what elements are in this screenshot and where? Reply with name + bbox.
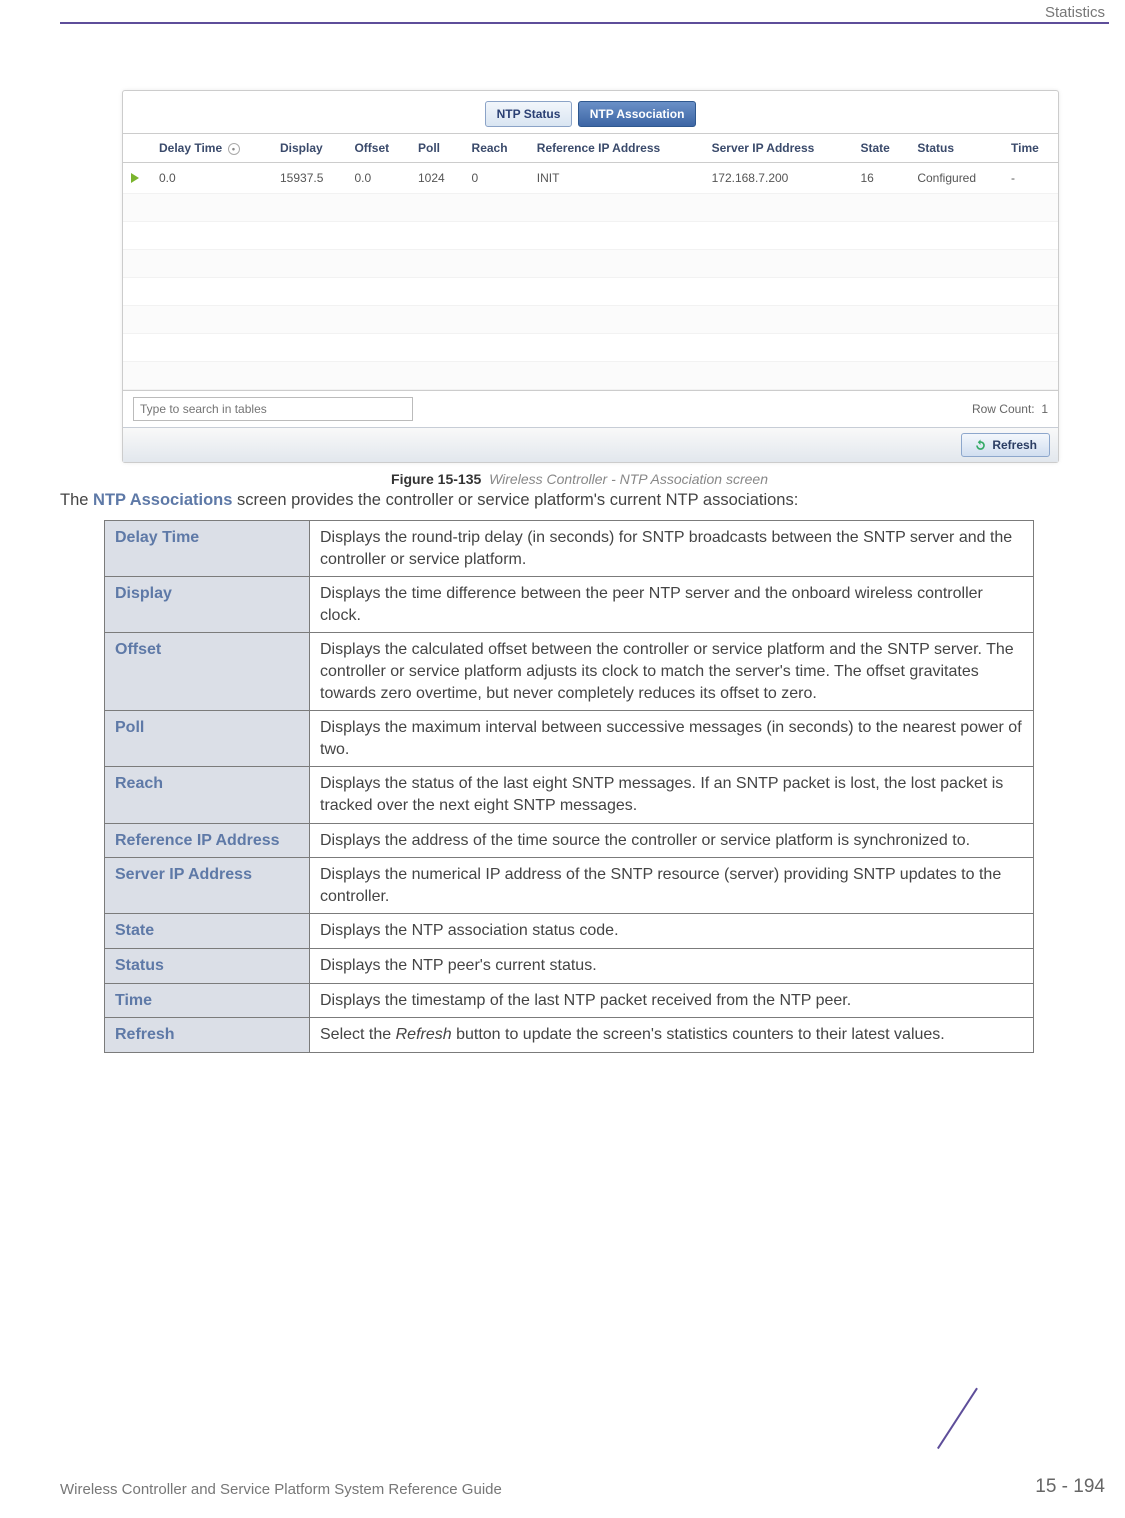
col-serverip[interactable]: Server IP Address xyxy=(704,134,853,163)
definition-term: Display xyxy=(105,577,310,633)
definition-description: Displays the calculated offset between t… xyxy=(310,633,1034,711)
page-header-section: Statistics xyxy=(1045,4,1105,21)
definition-description: Displays the NTP association status code… xyxy=(310,914,1034,949)
col-display[interactable]: Display xyxy=(272,134,346,163)
definition-row: Server IP AddressDisplays the numerical … xyxy=(105,858,1034,914)
page-top-rule xyxy=(60,22,1109,24)
cell-status: Configured xyxy=(909,163,1003,194)
tab-ntp-status[interactable]: NTP Status xyxy=(485,101,573,127)
definition-term: Offset xyxy=(105,633,310,711)
page-number: 15 - 194 xyxy=(1035,1476,1105,1498)
definition-row: TimeDisplays the timestamp of the last N… xyxy=(105,983,1034,1018)
col-delay-time[interactable]: Delay Time • xyxy=(151,134,272,163)
cell-refip: INIT xyxy=(529,163,704,194)
field-definition-table: Delay TimeDisplays the round-trip delay … xyxy=(104,520,1034,1053)
definition-row: ReachDisplays the status of the last eig… xyxy=(105,767,1034,823)
definition-description: Displays the NTP peer's current status. xyxy=(310,948,1034,983)
definition-row: PollDisplays the maximum interval betwee… xyxy=(105,711,1034,767)
tab-ntp-association[interactable]: NTP Association xyxy=(578,101,697,127)
definition-description: Displays the maximum interval between su… xyxy=(310,711,1034,767)
definition-term: Server IP Address xyxy=(105,858,310,914)
ntp-association-table: Delay Time • Display Offset Poll Reach R… xyxy=(123,133,1058,390)
cell-offset: 0.0 xyxy=(346,163,410,194)
definition-term: Delay Time xyxy=(105,521,310,577)
footer-guide-title: Wireless Controller and Service Platform… xyxy=(60,1481,502,1498)
col-offset[interactable]: Offset xyxy=(346,134,410,163)
ntp-screenshot-panel: NTP Status NTP Association Delay Time • … xyxy=(122,90,1059,463)
definition-row: StateDisplays the NTP association status… xyxy=(105,914,1034,949)
definition-term: State xyxy=(105,914,310,949)
cell-reach: 0 xyxy=(464,163,529,194)
row-indicator-icon xyxy=(131,173,139,183)
definition-term: Refresh xyxy=(105,1018,310,1053)
definition-description: Displays the time difference between the… xyxy=(310,577,1034,633)
col-time[interactable]: Time xyxy=(1003,134,1058,163)
definition-row: OffsetDisplays the calculated offset bet… xyxy=(105,633,1034,711)
definition-row: StatusDisplays the NTP peer's current st… xyxy=(105,948,1034,983)
col-state[interactable]: State xyxy=(852,134,909,163)
definition-row: DisplayDisplays the time difference betw… xyxy=(105,577,1034,633)
refresh-icon xyxy=(974,439,987,452)
cell-poll: 1024 xyxy=(410,163,464,194)
definition-description: Select the Refresh button to update the … xyxy=(310,1018,1034,1053)
cell-state: 16 xyxy=(852,163,909,194)
definition-row: RefreshSelect the Refresh button to upda… xyxy=(105,1018,1034,1053)
definition-term: Poll xyxy=(105,711,310,767)
definition-term: Reach xyxy=(105,767,310,823)
row-count-label: Row Count: 1 xyxy=(972,402,1048,416)
col-reach[interactable]: Reach xyxy=(464,134,529,163)
definition-description: Displays the timestamp of the last NTP p… xyxy=(310,983,1034,1018)
col-poll[interactable]: Poll xyxy=(410,134,464,163)
definition-term: Status xyxy=(105,948,310,983)
cell-display: 15937.5 xyxy=(272,163,346,194)
intro-sentence: The NTP Associations screen provides the… xyxy=(60,491,1099,510)
refresh-button[interactable]: Refresh xyxy=(961,433,1050,457)
definition-description: Displays the round-trip delay (in second… xyxy=(310,521,1034,577)
definition-row: Reference IP AddressDisplays the address… xyxy=(105,823,1034,858)
table-search-input[interactable] xyxy=(133,397,413,421)
definition-description: Displays the status of the last eight SN… xyxy=(310,767,1034,823)
sort-indicator-icon: • xyxy=(228,143,240,155)
definition-term: Time xyxy=(105,983,310,1018)
definition-row: Delay TimeDisplays the round-trip delay … xyxy=(105,521,1034,577)
definition-description: Displays the address of the time source … xyxy=(310,823,1034,858)
col-status[interactable]: Status xyxy=(909,134,1003,163)
cell-serverip: 172.168.7.200 xyxy=(704,163,853,194)
footer-slash-icon xyxy=(951,1452,1031,1498)
table-row[interactable]: 0.0 15937.5 0.0 1024 0 INIT 172.168.7.20… xyxy=(123,163,1058,194)
cell-delay: 0.0 xyxy=(151,163,272,194)
figure-caption: Figure 15-135 Wireless Controller - NTP … xyxy=(60,471,1099,487)
definition-term: Reference IP Address xyxy=(105,823,310,858)
definition-description: Displays the numerical IP address of the… xyxy=(310,858,1034,914)
cell-time: - xyxy=(1003,163,1058,194)
col-refip[interactable]: Reference IP Address xyxy=(529,134,704,163)
